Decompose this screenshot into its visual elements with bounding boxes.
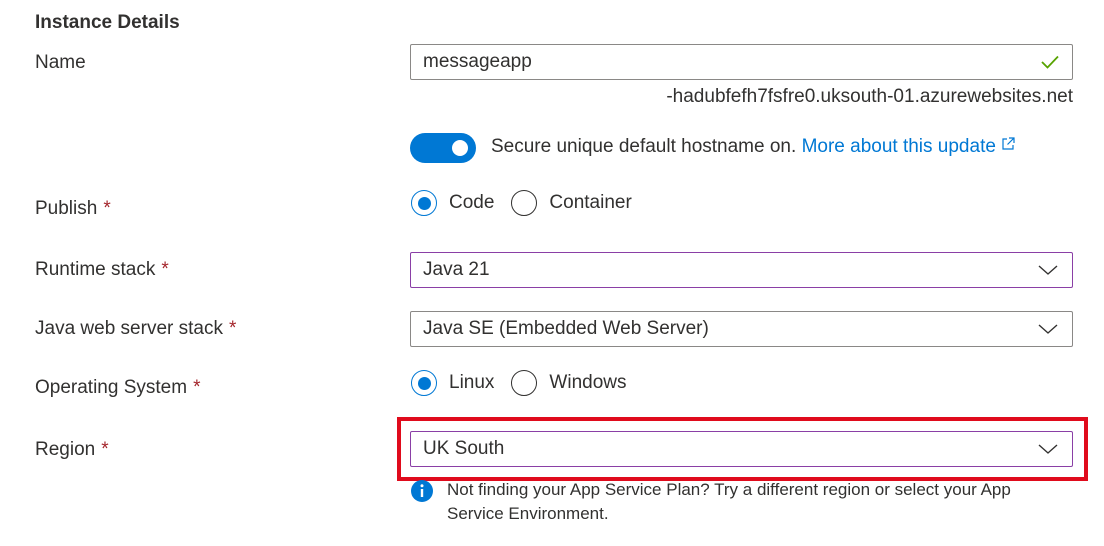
name-input-value: messageapp bbox=[423, 51, 532, 72]
required-mark: * bbox=[228, 318, 237, 339]
info-icon bbox=[411, 480, 433, 502]
operating-system-label-text: Operating System bbox=[35, 377, 188, 398]
radio-selected-icon bbox=[411, 190, 437, 216]
secure-hostname-text: Secure unique default hostname on. More … bbox=[491, 136, 1016, 158]
os-option-windows[interactable]: Windows bbox=[511, 370, 627, 396]
java-web-server-stack-label: Java web server stack * bbox=[35, 318, 236, 340]
publish-radio-group: Code Container bbox=[411, 190, 649, 216]
region-value: UK South bbox=[423, 438, 505, 459]
required-mark: * bbox=[101, 439, 109, 460]
region-info-text: Not finding your App Service Plan? Try a… bbox=[447, 480, 1011, 523]
required-mark: * bbox=[193, 377, 201, 398]
publish-label: Publish * bbox=[35, 198, 111, 220]
os-option-windows-label: Windows bbox=[549, 372, 627, 393]
toggle-knob bbox=[452, 140, 468, 156]
publish-option-code[interactable]: Code bbox=[411, 190, 494, 216]
publish-label-text: Publish bbox=[35, 198, 98, 219]
java-web-server-stack-label-text: Java web server stack bbox=[35, 318, 223, 339]
region-dropdown[interactable]: UK South bbox=[410, 431, 1073, 467]
runtime-stack-dropdown[interactable]: Java 21 bbox=[410, 252, 1073, 288]
chevron-down-icon bbox=[1038, 265, 1058, 275]
os-radio-group: Linux Windows bbox=[411, 370, 644, 396]
chevron-down-icon bbox=[1038, 444, 1058, 454]
region-label-text: Region bbox=[35, 439, 96, 460]
radio-selected-icon bbox=[411, 370, 437, 396]
publish-option-code-label: Code bbox=[449, 192, 495, 213]
java-web-server-stack-value: Java SE (Embedded Web Server) bbox=[423, 318, 709, 339]
runtime-stack-label-text: Runtime stack bbox=[35, 259, 156, 280]
os-option-linux-label: Linux bbox=[449, 372, 495, 393]
java-web-server-stack-dropdown[interactable]: Java SE (Embedded Web Server) bbox=[410, 311, 1073, 347]
os-option-linux[interactable]: Linux bbox=[411, 370, 494, 396]
secure-hostname-label: Secure unique default hostname on. bbox=[491, 136, 797, 158]
publish-option-container-label: Container bbox=[549, 192, 632, 213]
section-title: Instance Details bbox=[35, 12, 180, 33]
name-input[interactable]: messageapp bbox=[410, 44, 1073, 80]
hostname-suffix: -hadubfefh7fsfre0.uksouth-01.azurewebsit… bbox=[666, 86, 1073, 107]
checkmark-icon bbox=[1040, 52, 1060, 72]
name-label: Name bbox=[35, 52, 86, 73]
secure-hostname-toggle[interactable] bbox=[410, 133, 476, 163]
region-label: Region * bbox=[35, 439, 109, 461]
radio-unselected-icon bbox=[511, 370, 538, 396]
runtime-stack-label: Runtime stack * bbox=[35, 259, 169, 281]
required-mark: * bbox=[103, 198, 111, 219]
external-link-icon bbox=[1000, 136, 1016, 158]
more-about-update-link[interactable]: More about this update bbox=[802, 136, 1016, 157]
chevron-down-icon bbox=[1038, 324, 1058, 334]
runtime-stack-value: Java 21 bbox=[423, 259, 490, 280]
radio-unselected-icon bbox=[511, 190, 538, 216]
more-about-update-link-text: More about this update bbox=[801, 136, 996, 158]
required-mark: * bbox=[161, 259, 169, 280]
operating-system-label: Operating System * bbox=[35, 377, 200, 399]
publish-option-container[interactable]: Container bbox=[511, 190, 632, 216]
